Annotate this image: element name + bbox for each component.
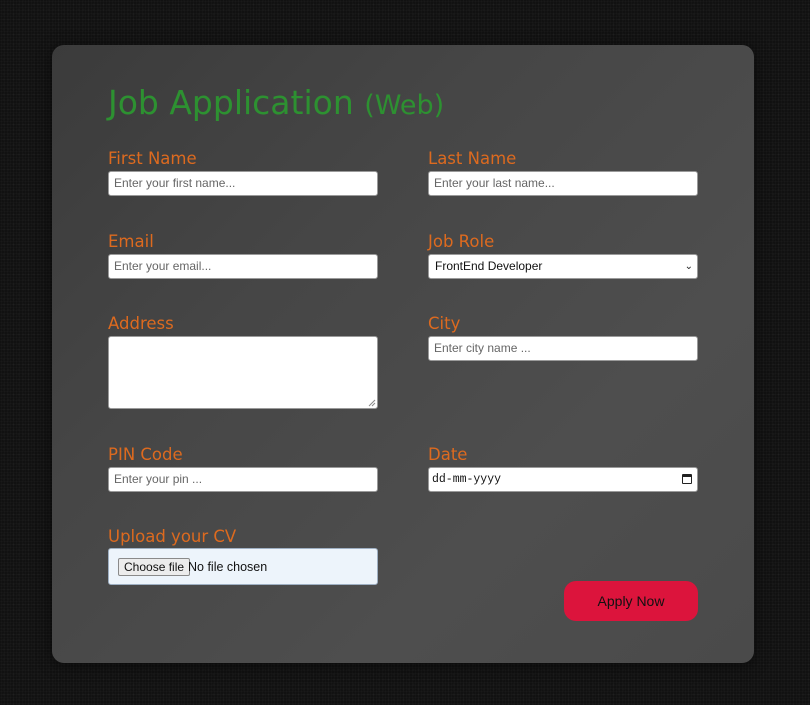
pin-code-input[interactable]: Enter your pin ... (108, 467, 378, 492)
job-role-select[interactable]: FrontEnd Developer ⌄ (428, 254, 698, 279)
file-status-text: No file chosen (188, 560, 268, 574)
title-main: Job Application (108, 83, 354, 122)
job-role-label: Job Role (428, 232, 495, 251)
email-label: Email (108, 232, 154, 251)
choose-file-button[interactable]: Choose file (118, 558, 191, 576)
date-placeholder: dd-mm-yyyy (432, 473, 502, 486)
date-input[interactable]: dd-mm-yyyy (428, 467, 698, 492)
pin-code-label: PIN Code (108, 445, 183, 464)
first-name-label: First Name (108, 149, 197, 168)
city-label: City (428, 314, 461, 333)
job-role-selected-value: FrontEnd Developer (435, 259, 543, 273)
last-name-label: Last Name (428, 149, 517, 168)
last-name-input[interactable]: Enter your last name... (428, 171, 698, 196)
upload-cv-label: Upload your CV (108, 527, 237, 546)
title-suffix: (Web) (364, 90, 445, 121)
email-input[interactable]: Enter your email... (108, 254, 378, 279)
address-label: Address (108, 314, 174, 333)
date-label: Date (428, 445, 468, 464)
address-textarea[interactable] (108, 336, 378, 409)
city-input[interactable]: Enter city name ... (428, 336, 698, 361)
calendar-icon[interactable] (682, 474, 692, 484)
chevron-down-icon: ⌄ (684, 261, 693, 272)
page-title: Job Application (Web) (108, 81, 444, 128)
apply-now-button[interactable]: Apply Now (564, 581, 698, 621)
cv-file-input[interactable]: Choose file No file chosen (108, 548, 378, 585)
first-name-input[interactable]: Enter your first name... (108, 171, 378, 196)
application-card: Job Application (Web) First Name Enter y… (52, 45, 754, 663)
resize-grip-icon[interactable] (368, 399, 376, 407)
